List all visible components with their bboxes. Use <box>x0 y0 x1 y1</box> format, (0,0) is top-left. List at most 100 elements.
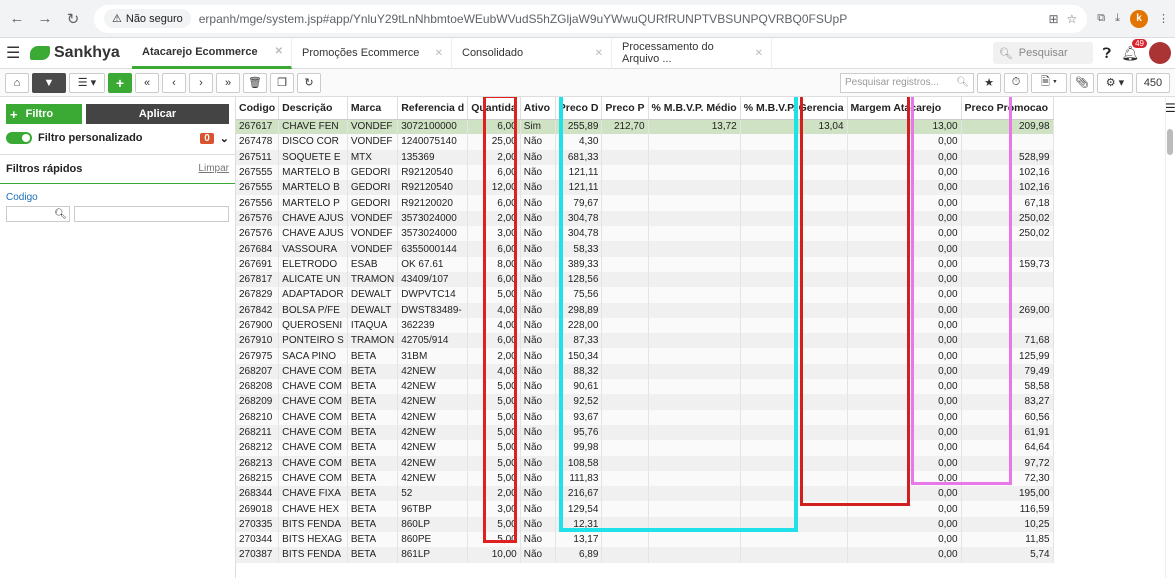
column-header[interactable]: Codigo <box>236 97 280 120</box>
delete-icon[interactable]: 🗑︎ <box>243 72 267 93</box>
table-row[interactable]: 270387 BITS FENDA BETA 861LP 10,00 Não 6,89 0,0… <box>236 547 1054 563</box>
table-row[interactable]: 267511 SOQUETE E MTX 135369 2,00 Não 681,33 0,0… <box>236 149 1054 165</box>
table-row[interactable]: 267691 ELETRODO ESAB OK 67.61 8,00 Não 389,33 0… <box>236 256 1054 272</box>
filter-toggle-button[interactable]: ▼ <box>32 72 66 93</box>
tab-atacarejo[interactable]: Atacarejo Ecommerce ✕ <box>132 37 292 69</box>
translate-icon[interactable]: ⊞ <box>1048 12 1058 26</box>
table-cell <box>961 287 1054 303</box>
next-page-icon[interactable]: › <box>189 72 213 93</box>
attach-icon[interactable]: 📎︎ <box>1070 72 1094 93</box>
table-row[interactable]: 267555 MARTELO B GEDORI R92120540 6,00 Não 121… <box>236 164 1054 181</box>
table-row[interactable]: 270344 BITS HEXAG BETA 860PE 5,00 Não 13,17 0,0… <box>236 532 1054 548</box>
tab-processamento[interactable]: Processamento do Arquivo ... ✕ <box>612 37 772 69</box>
menu-dots-icon[interactable]: ⋮ <box>1158 12 1169 25</box>
prev-page-icon[interactable]: ‹ <box>162 72 186 93</box>
table-cell: TRAMON <box>347 271 399 288</box>
table-row[interactable]: 267478 DISCO COR VONDEF 1240075140 25,00 Não 4… <box>236 134 1054 150</box>
column-header[interactable]: % M.B.V.P. Médio <box>648 97 741 120</box>
column-header[interactable]: Preco D <box>555 97 603 120</box>
close-icon[interactable]: ✕ <box>755 48 763 59</box>
close-icon[interactable]: ✕ <box>435 48 443 59</box>
table-row[interactable]: 270335 BITS FENDA BETA 860LP 5,00 Não 12,31 0,0… <box>236 516 1054 533</box>
column-menu-icon[interactable]: ☰ <box>1165 101 1175 115</box>
column-header[interactable]: Margem Atacarejo <box>847 97 962 120</box>
column-header[interactable]: Referencia d <box>397 97 469 120</box>
add-button[interactable]: + <box>108 72 132 93</box>
search-icon[interactable]: 🔍︎ <box>54 209 67 220</box>
help-icon[interactable]: ❓︎ <box>1103 45 1111 62</box>
profile-avatar[interactable]: k <box>1130 9 1148 28</box>
column-header[interactable]: Ativo <box>520 97 556 120</box>
hamburger-icon[interactable]: ☰ <box>6 43 24 63</box>
vertical-scrollbar[interactable] <box>1165 97 1175 578</box>
column-header[interactable]: Quantida <box>467 97 521 120</box>
record-search-input[interactable]: Pesquisar registros... 🔍︎ <box>840 72 974 93</box>
table-row[interactable]: 267576 CHAVE AJUS VONDEF 3573024000 2,00 Não 3… <box>236 210 1054 227</box>
column-header[interactable]: Preco P <box>601 97 649 120</box>
close-icon[interactable]: ✕ <box>595 48 603 59</box>
column-header[interactable]: Preco Promocao <box>961 97 1054 120</box>
table-row[interactable]: 268215 CHAVE COM BETA 42NEW 5,00 Não 111,83 0,0… <box>236 470 1054 487</box>
star-icon[interactable]: ☆ <box>1067 12 1078 26</box>
favorite-icon[interactable]: ★ <box>977 72 1001 93</box>
table-row[interactable]: 268207 CHAVE COM BETA 42NEW 4,00 Não 88,32 0,00… <box>236 363 1054 380</box>
bell-icon[interactable]: 🔔︎ 49 <box>1121 38 1147 62</box>
codigo-input[interactable]: 🔍︎ <box>6 206 70 222</box>
back-icon[interactable]: ← <box>6 8 28 30</box>
refresh-icon[interactable]: ↻ <box>297 72 321 93</box>
codigo-description-input[interactable] <box>74 206 229 222</box>
security-indicator[interactable]: ⚠ Não seguro <box>104 9 191 28</box>
close-icon[interactable]: ✕ <box>275 46 283 57</box>
chevron-down-icon[interactable]: ⌄ <box>220 132 229 145</box>
page-size[interactable]: 450 <box>1136 72 1170 93</box>
table-row[interactable]: 267910 PONTEIRO S TRAMON 42705/914 6,00 Não 87… <box>236 333 1054 349</box>
table-row[interactable]: 267555 MARTELO B GEDORI R92120540 12,00 Não 12… <box>236 180 1054 196</box>
table-cell: 4,00 <box>467 317 521 334</box>
table-row[interactable]: 267817 ALICATE UN TRAMON 43409/107 6,00 Não 12… <box>236 271 1054 288</box>
table-row[interactable]: 268213 CHAVE COM BETA 42NEW 5,00 Não 108,58 0,0… <box>236 455 1054 471</box>
column-header[interactable]: % M.B.V.P. Gerencia <box>740 97 848 120</box>
last-page-icon[interactable]: » <box>216 72 240 93</box>
table-row[interactable]: 267556 MARTELO P GEDORI R92120020 6,00 Não 79,… <box>236 195 1054 211</box>
table-row[interactable]: 268211 CHAVE COM BETA 42NEW 5,00 Não 95,76 0,00… <box>236 424 1054 441</box>
tab-promocoes[interactable]: Promoções Ecommerce ✕ <box>292 37 452 69</box>
table-cell: CHAVE COM <box>278 363 348 380</box>
user-avatar[interactable] <box>1149 42 1171 64</box>
table-cell: 90,61 <box>555 379 603 395</box>
timer-icon[interactable]: ⏱ <box>1004 72 1028 93</box>
custom-filter-toggle[interactable] <box>6 132 32 144</box>
limpar-link[interactable]: Limpar <box>198 163 229 175</box>
table-row[interactable]: 268210 CHAVE COM BETA 42NEW 5,00 Não 93,67 0,00… <box>236 409 1054 425</box>
table-row[interactable]: 268344 CHAVE FIXA BETA 52 2,00 Não 216,67 0,00 1… <box>236 486 1054 502</box>
table-row[interactable]: 267684 VASSOURA VONDEF 6355000144 6,00 Não 58,… <box>236 241 1054 257</box>
extensions-icon[interactable]: ⧉ <box>1097 12 1105 25</box>
global-search[interactable]: 🔍︎ Pesquisar <box>992 42 1093 64</box>
reload-icon[interactable]: ↻ <box>62 8 84 30</box>
filtro-button[interactable]: + Filtro <box>6 104 82 124</box>
table-row[interactable]: 268212 CHAVE COM BETA 42NEW 5,00 Não 99,98 0,00… <box>236 440 1054 456</box>
table-row[interactable]: 268209 CHAVE COM BETA 42NEW 5,00 Não 92,52 0,00… <box>236 394 1054 410</box>
column-header[interactable]: Marca <box>347 97 399 120</box>
table-cell: 8,00 <box>467 256 521 272</box>
table-cell: 267691 <box>236 256 280 272</box>
table-row[interactable]: 267829 ADAPTADOR DEWALT DWPVTC14 5,00 Não 75,5… <box>236 287 1054 303</box>
table-row[interactable]: 267842 BOLSA P/FE DEWALT DWST83489- 4,00 Não 2… <box>236 302 1054 318</box>
table-row[interactable]: 267617 CHAVE FEN VONDEF 3072100000 6,00 Sim 25… <box>236 119 1054 135</box>
first-page-icon[interactable]: « <box>135 72 159 93</box>
table-row[interactable]: 267975 SACA PINO BETA 31BM 2,00 Não 150,34 0,00… <box>236 348 1054 364</box>
report-icon[interactable]: 🗎 ▾ <box>1031 72 1067 93</box>
address-bar[interactable]: ⚠ Não seguro erpanh/mge/system.jsp#app/Yn… <box>94 4 1088 33</box>
forward-icon[interactable]: → <box>34 8 56 30</box>
gear-icon[interactable]: ⚙ ▾ <box>1097 72 1133 93</box>
tab-consolidado[interactable]: Consolidado ✕ <box>452 37 612 69</box>
table-row[interactable]: 267900 QUEROSENI ITAQUA 362239 4,00 Não 228,00… <box>236 317 1054 334</box>
aplicar-button[interactable]: Aplicar <box>86 104 229 124</box>
table-row[interactable]: 268208 CHAVE COM BETA 42NEW 5,00 Não 90,61 0,00… <box>236 379 1054 395</box>
column-header[interactable]: Descrição <box>278 97 348 120</box>
table-row[interactable]: 267576 CHAVE AJUS VONDEF 3573024000 3,00 Não 3… <box>236 226 1054 242</box>
home-icon[interactable]: ⌂ <box>5 72 29 93</box>
download-icon[interactable]: ⤓ <box>1115 12 1120 25</box>
table-row[interactable]: 269018 CHAVE HEX BETA 96TBP 3,00 Não 129,54 0,0… <box>236 501 1054 517</box>
copy-icon[interactable]: ❐ <box>270 72 294 93</box>
view-mode-button[interactable]: ☰ ▾ <box>69 72 105 93</box>
